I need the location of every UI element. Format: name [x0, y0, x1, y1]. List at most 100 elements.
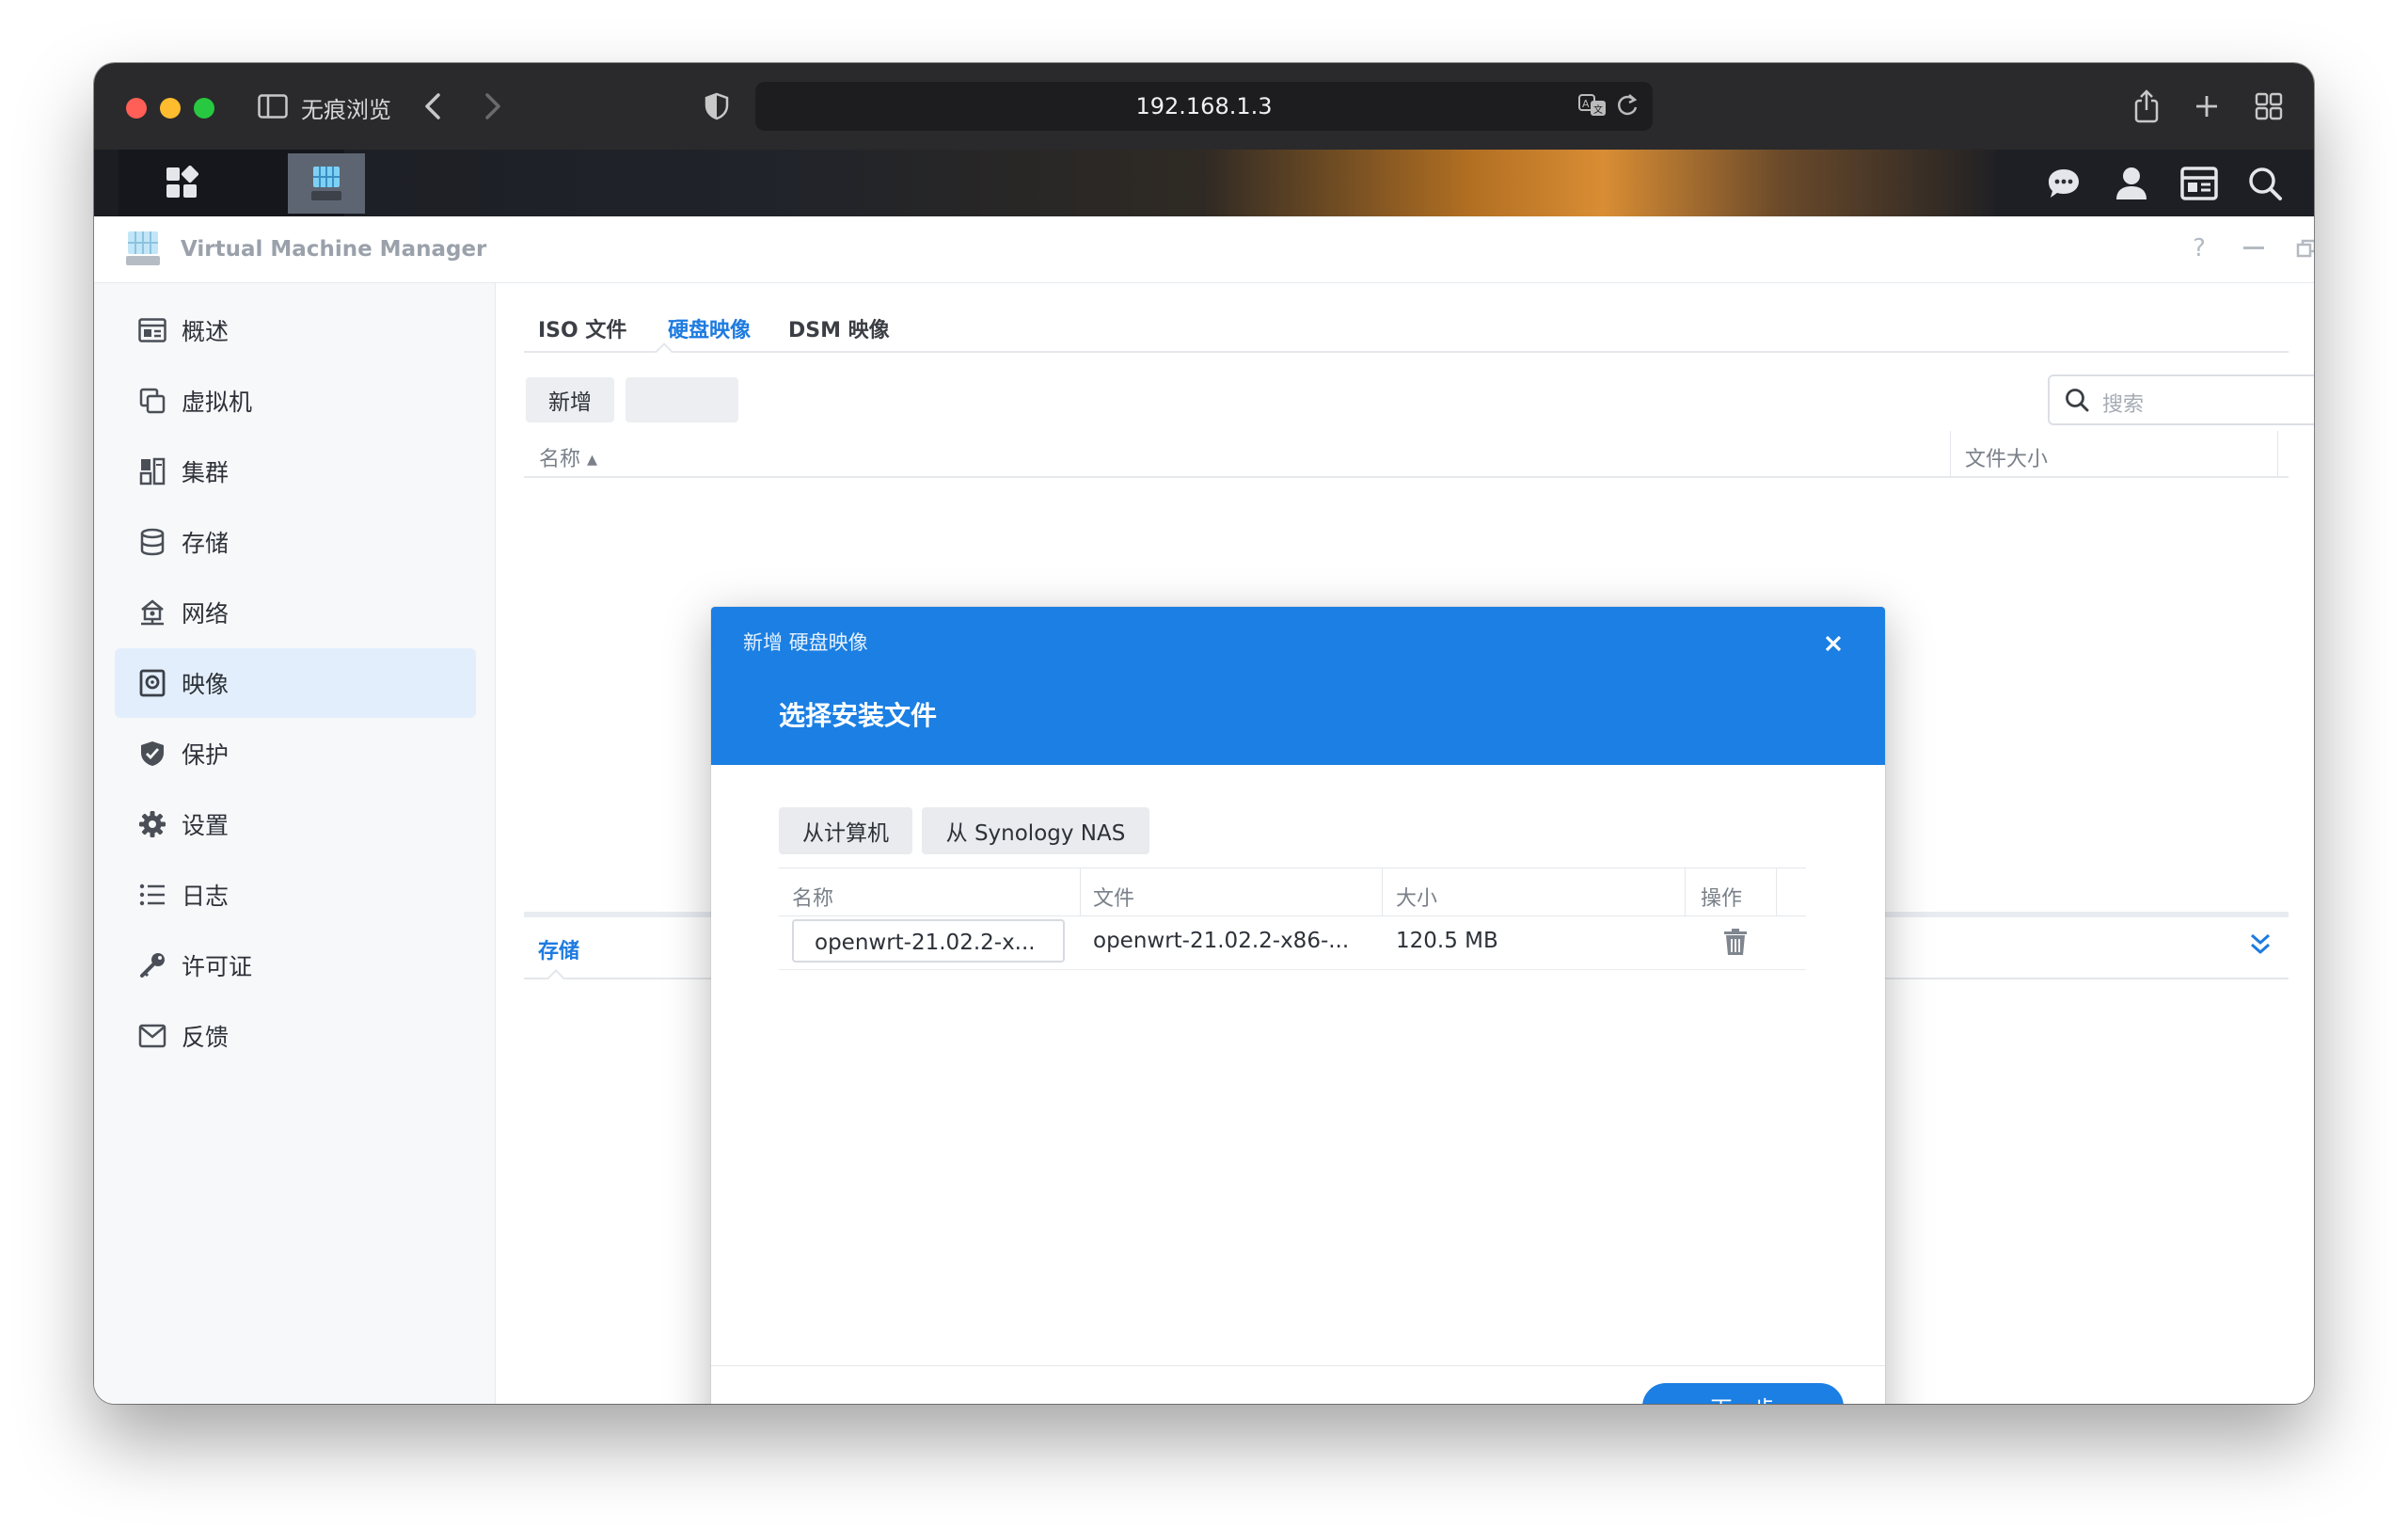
minimize-window-button[interactable]	[160, 98, 181, 119]
vmm-app-window: Virtual Machine Manager ? 概述 虚拟机 集群 存储 网…	[94, 216, 2314, 1404]
storage-icon	[137, 527, 167, 557]
column-header-size: 大小	[1396, 887, 1438, 911]
mail-icon	[137, 1021, 167, 1051]
dialog-footer-divider	[711, 1365, 1885, 1366]
file-size-cell: 120.5 MB	[1396, 929, 1498, 953]
reload-icon[interactable]	[1615, 91, 1640, 123]
address-bar[interactable]: 192.168.1.3 A文	[755, 82, 1653, 131]
column-separator	[1382, 868, 1383, 915]
action-button[interactable]	[626, 377, 738, 422]
zoom-window-button[interactable]	[194, 98, 214, 119]
sidebar-item-protection[interactable]: 保护	[115, 719, 476, 788]
sidebar-item-network[interactable]: 网络	[115, 578, 476, 647]
browser-toolbar: 无痕浏览 192.168.1.3 A文	[94, 63, 2314, 150]
overview-icon	[137, 315, 167, 345]
network-icon	[137, 597, 167, 628]
sidebar-item-label: 反馈	[182, 1024, 230, 1051]
add-disk-image-dialog: 新增 硬盘映像 选择安装文件 从计算机 从 Synology NAS 名称 文件…	[711, 607, 1885, 1404]
sidebar-item-label: 映像	[182, 671, 230, 698]
dialog-step-title: 选择安装文件	[779, 700, 938, 731]
column-separator	[1685, 868, 1686, 915]
tab-overview-icon[interactable]	[2248, 86, 2289, 127]
taskbar-right-panel	[1994, 150, 2314, 216]
url-text: 192.168.1.3	[1135, 93, 1273, 119]
sidebar-item-label: 集群	[182, 459, 230, 486]
minimize-icon[interactable]	[2239, 233, 2269, 263]
sidebar-item-feedback[interactable]: 反馈	[115, 1001, 476, 1071]
shield-icon	[137, 739, 167, 769]
main-menu-icon[interactable]	[150, 155, 213, 210]
svg-text:A: A	[1582, 98, 1590, 110]
column-header-action: 操作	[1701, 887, 1743, 911]
sidebar-item-cluster[interactable]: 集群	[115, 437, 476, 506]
image-grid-header: 名称 ▴ 文件大小	[524, 431, 2289, 478]
column-separator	[1776, 868, 1777, 915]
vmm-app-icon	[122, 230, 164, 267]
back-arrow-icon[interactable]	[414, 86, 452, 127]
new-tab-icon[interactable]	[2186, 86, 2227, 127]
next-button[interactable]: 下一步	[1642, 1383, 1844, 1404]
chat-icon[interactable]	[2043, 163, 2084, 204]
search-input[interactable]: 搜索	[2048, 374, 2314, 425]
user-icon[interactable]	[2111, 163, 2152, 204]
private-browsing-label: 无痕浏览	[301, 97, 391, 123]
lower-tab-caret	[547, 969, 565, 988]
column-header-size[interactable]: 文件大小	[1965, 442, 2048, 472]
column-header-file: 文件	[1093, 887, 1135, 911]
dialog-title: 新增 硬盘映像	[743, 631, 868, 654]
translate-icon[interactable]: A文	[1577, 91, 1608, 123]
sidebar-item-overview[interactable]: 概述	[115, 295, 476, 365]
close-icon[interactable]	[1817, 628, 1849, 660]
restore-icon[interactable]	[2291, 233, 2314, 263]
help-button[interactable]: ?	[2184, 233, 2214, 263]
file-name-cell: openwrt-21.02.2-x86-...	[1093, 929, 1350, 953]
sidebar-item-license[interactable]: 许可证	[115, 931, 476, 1000]
column-separator	[1950, 431, 1951, 476]
search-icon[interactable]	[2244, 163, 2286, 204]
image-name-value: openwrt-21.02.2-x...	[815, 931, 1036, 955]
sidebar: 概述 虚拟机 集群 存储 网络 映像 保护 设置 日志 许可证 反馈	[94, 283, 496, 1404]
tab-storage[interactable]: 存储	[538, 934, 579, 964]
sidebar-item-label: 网络	[182, 600, 230, 628]
table-row: openwrt-21.02.2-x... openwrt-21.02.2-x86…	[779, 915, 1806, 970]
close-window-button[interactable]	[126, 98, 147, 119]
sidebar-toggle-icon[interactable]	[256, 86, 290, 127]
column-header-name[interactable]: 名称 ▴	[539, 442, 597, 472]
forward-arrow-icon[interactable]	[474, 86, 512, 127]
tab-iso[interactable]: ISO 文件	[538, 313, 626, 343]
from-nas-button[interactable]: 从 Synology NAS	[922, 807, 1149, 854]
dialog-header: 新增 硬盘映像 选择安装文件	[711, 607, 1885, 765]
sidebar-item-label: 保护	[182, 741, 230, 769]
tab-underline	[524, 351, 2289, 353]
column-header-name: 名称	[792, 887, 834, 911]
file-table-header: 名称 文件 大小 操作	[779, 867, 1806, 916]
chevron-double-down-icon[interactable]	[2247, 931, 2273, 963]
app-titlebar: Virtual Machine Manager ?	[94, 216, 2314, 283]
share-icon[interactable]	[2126, 86, 2167, 127]
svg-text:文: 文	[1593, 103, 1603, 116]
image-name-field[interactable]: openwrt-21.02.2-x...	[792, 919, 1065, 963]
widgets-icon[interactable]	[2178, 163, 2220, 204]
sidebar-item-label: 存储	[182, 530, 230, 557]
sidebar-item-vm[interactable]: 虚拟机	[115, 366, 476, 436]
privacy-shield-icon[interactable]	[696, 86, 737, 127]
vm-icon	[137, 386, 167, 416]
from-computer-button[interactable]: 从计算机	[779, 807, 912, 854]
trash-icon[interactable]	[1719, 926, 1751, 958]
gear-icon	[137, 809, 167, 839]
dsm-taskbar	[94, 150, 2314, 216]
sidebar-item-label: 许可证	[182, 953, 253, 980]
add-button[interactable]: 新增	[526, 377, 614, 422]
sidebar-item-log[interactable]: 日志	[115, 860, 476, 930]
sidebar-item-label: 虚拟机	[182, 389, 253, 416]
search-icon	[2065, 388, 2089, 416]
key-icon	[137, 950, 167, 980]
sidebar-item-settings[interactable]: 设置	[115, 789, 476, 859]
tab-dsm-image[interactable]: DSM 映像	[788, 313, 890, 343]
image-icon	[137, 668, 167, 698]
sidebar-item-storage[interactable]: 存储	[115, 507, 476, 577]
vmm-taskbar-icon[interactable]	[288, 153, 365, 214]
tab-disk-image[interactable]: 硬盘映像	[668, 313, 751, 343]
sidebar-item-image[interactable]: 映像	[115, 648, 476, 718]
sidebar-item-label: 设置	[182, 812, 230, 839]
